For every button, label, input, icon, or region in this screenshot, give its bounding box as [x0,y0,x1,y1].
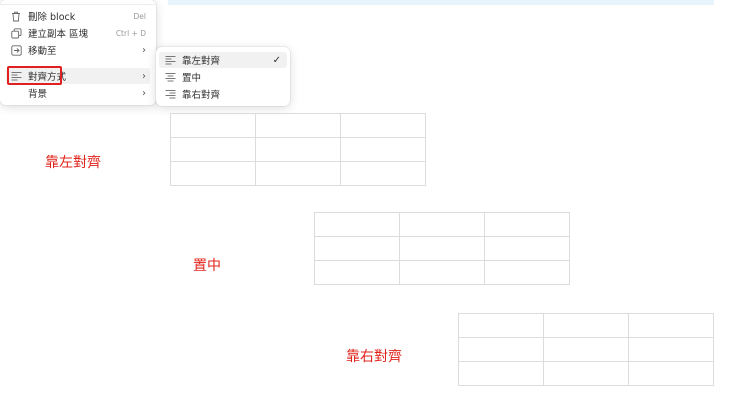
table-cell[interactable] [340,113,426,138]
table-cell[interactable] [628,337,714,362]
align-left-icon [165,56,176,65]
submenu-item-align-center[interactable]: 置中 [159,69,287,85]
table-cell[interactable] [399,236,485,261]
submenu-item-align-left[interactable]: 靠左對齊 ✓ [159,52,287,68]
table-cell[interactable] [628,361,714,386]
table-left-aligned[interactable] [170,113,426,186]
table-cell[interactable] [255,161,341,186]
table-cell[interactable] [484,236,570,261]
table-cell[interactable] [628,313,714,338]
menu-divider [0,4,156,5]
submenu-item-label: 靠右對齊 [182,90,221,101]
annotation-highlight-box [7,66,62,85]
table-cell[interactable] [458,361,544,386]
table-cell[interactable] [170,113,256,138]
menu-item-background[interactable]: 背景 › [6,85,150,101]
chevron-right-icon: › [142,70,146,82]
table-cell[interactable] [255,113,341,138]
table-right-aligned[interactable] [458,313,714,386]
page: 刪除 block Del 建立副本 區塊 Ctrl + D 移動至 › 對齊方式… [0,0,740,404]
trash-icon [10,10,22,22]
table-row [170,137,426,162]
table-row [458,361,714,386]
table-row [170,113,426,138]
table-cell[interactable] [255,137,341,162]
table-cell[interactable] [314,260,400,285]
menu-item-label: 移動至 [28,46,57,57]
menu-item-shortcut: Del [133,11,146,21]
submenu-item-label: 置中 [182,73,202,84]
background-icon [10,87,22,99]
table-cell[interactable] [458,313,544,338]
menu-item-label: 刪除 block [28,12,76,23]
check-icon: ✓ [272,54,281,66]
table-cell[interactable] [314,212,400,237]
table-cell[interactable] [543,337,629,362]
move-to-icon [10,44,22,56]
annotation-align-left: 靠左對齊 [45,155,101,171]
annotation-align-right: 靠右對齊 [346,349,402,365]
table-row [458,313,714,338]
menu-item-shortcut: Ctrl + D [115,28,146,38]
table-center-aligned[interactable] [314,212,570,285]
copy-icon [10,27,22,39]
menu-item-duplicate[interactable]: 建立副本 區塊 Ctrl + D [6,25,150,41]
table-cell[interactable] [340,137,426,162]
chevron-right-icon: › [142,44,146,56]
menu-item-label: 背景 [28,89,48,100]
table-cell[interactable] [484,260,570,285]
table-row [314,236,570,261]
table-row [314,260,570,285]
table-row [314,212,570,237]
menu-item-move-to[interactable]: 移動至 › [6,42,150,58]
info-banner [168,0,714,5]
table-cell[interactable] [458,337,544,362]
submenu-item-label: 靠左對齊 [182,56,221,67]
table-cell[interactable] [170,137,256,162]
table-cell[interactable] [340,161,426,186]
table-cell[interactable] [484,212,570,237]
align-center-icon [165,73,176,82]
chevron-right-icon: › [142,87,146,99]
menu-item-delete-block[interactable]: 刪除 block Del [6,8,150,24]
table-row [458,337,714,362]
block-context-menu: 刪除 block Del 建立副本 區塊 Ctrl + D 移動至 › 對齊方式… [0,0,156,105]
table-cell[interactable] [543,361,629,386]
table-cell[interactable] [314,236,400,261]
table-cell[interactable] [399,260,485,285]
alignment-submenu: 靠左對齊 ✓ 置中 靠右對齊 [156,47,290,106]
table-cell[interactable] [543,313,629,338]
submenu-item-align-right[interactable]: 靠右對齊 [159,86,287,102]
table-cell[interactable] [170,161,256,186]
align-right-icon [165,90,176,99]
table-cell[interactable] [399,212,485,237]
menu-item-label: 建立副本 區塊 [28,29,89,40]
annotation-align-center: 置中 [193,258,221,274]
table-row [170,161,426,186]
